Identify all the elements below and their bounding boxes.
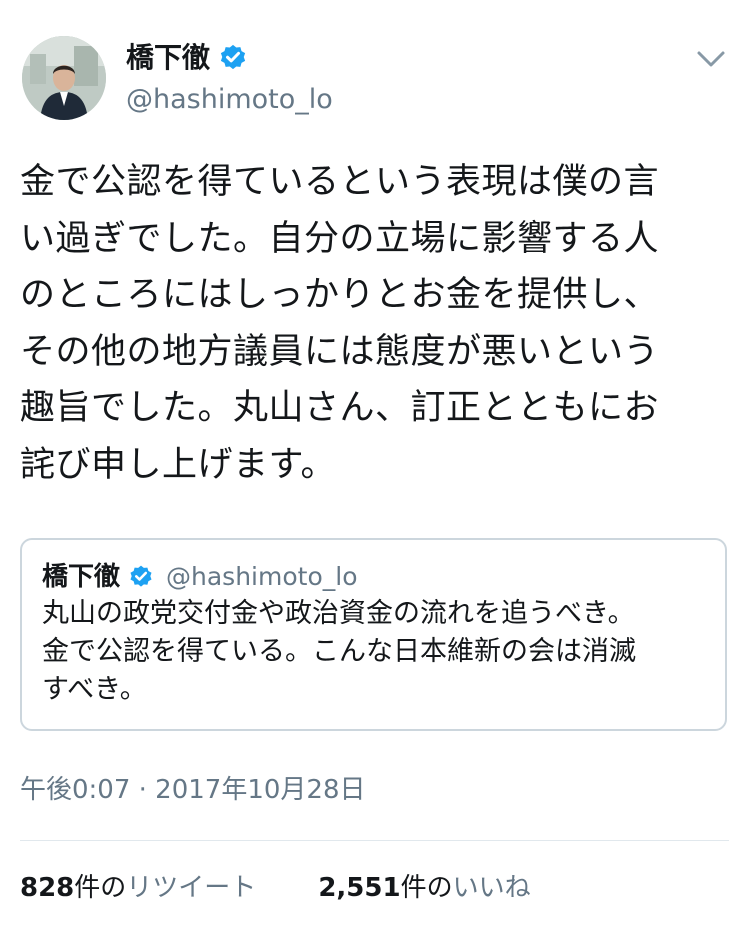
verified-badge-icon — [220, 44, 246, 70]
likes-label: いいね — [452, 873, 531, 903]
likes-stat[interactable]: 2,551 件の いいね — [318, 868, 530, 908]
author-name-row: 橋下徹 — [126, 40, 248, 76]
chevron-down-icon[interactable] — [694, 44, 728, 74]
quoted-author-row: 橋下徹 @hashimoto_lo — [42, 560, 357, 594]
author-name[interactable]: 橋下徹 — [126, 40, 210, 76]
retweets-suffix: 件の — [74, 873, 127, 903]
quoted-author-name: 橋下徹 — [42, 562, 121, 592]
author-handle[interactable]: @hashimoto_lo — [126, 84, 333, 116]
timestamp[interactable]: 午後0:07 · 2017年10月28日 — [20, 772, 366, 808]
likes-suffix: 件の — [400, 873, 453, 903]
avatar[interactable] — [22, 36, 106, 120]
quoted-tweet[interactable]: 橋下徹 @hashimoto_lo 丸山の政党交付金や政治資金の流れを追うべき。… — [20, 538, 727, 731]
quoted-author-handle: @hashimoto_lo — [166, 562, 358, 591]
person-avatar-icon — [22, 36, 106, 120]
engagement-stats: 828 件の リツイート 2,551 件の いいね — [20, 868, 593, 908]
verified-badge-icon — [130, 565, 152, 587]
divider — [20, 840, 729, 841]
likes-count: 2,551 — [318, 873, 401, 903]
tweet-text: 金で公認を得ているという表現は僕の言 い過ぎでした。自分の立場に影響する人 のと… — [20, 162, 660, 485]
quoted-tweet-text: 丸山の政党交付金や政治資金の流れを追うべき。 金で公認を得ている。こんな日本維新… — [42, 598, 636, 705]
retweets-stat[interactable]: 828 件の リツイート — [20, 868, 256, 908]
retweets-label: リツイート — [126, 873, 257, 903]
retweets-count: 828 — [20, 873, 75, 903]
